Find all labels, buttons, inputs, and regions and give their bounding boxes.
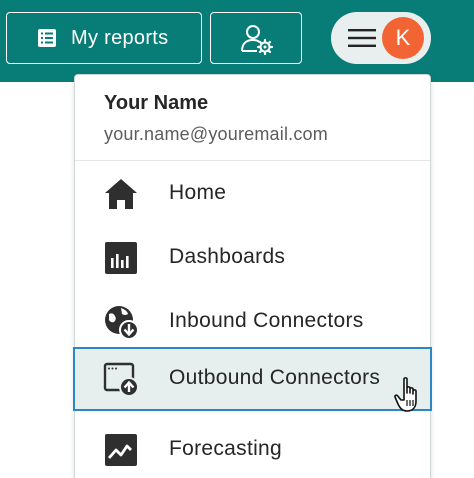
dashboard-icon bbox=[105, 242, 137, 274]
menu-item-dashboards[interactable]: Dashboards bbox=[75, 226, 430, 290]
hand-pointer-cursor-icon bbox=[394, 377, 417, 412]
top-bar: My reports K bbox=[0, 0, 474, 82]
menu-item-outbound-connectors[interactable]: Outbound Connectors bbox=[73, 347, 432, 411]
hamburger-icon bbox=[348, 29, 376, 47]
window-upload-icon bbox=[103, 362, 139, 397]
account-menu-button[interactable]: K bbox=[331, 12, 431, 64]
menu-item-label: Forecasting bbox=[169, 437, 283, 460]
menu-item-inbound-connectors[interactable]: Inbound Connectors bbox=[75, 290, 430, 354]
user-settings-button[interactable] bbox=[210, 12, 302, 64]
user-name: Your Name bbox=[104, 92, 209, 114]
menu-item-forecasting[interactable]: Forecasting bbox=[75, 418, 430, 478]
menu-item-label: Inbound Connectors bbox=[169, 309, 364, 332]
menu-item-label: Home bbox=[169, 181, 227, 204]
divider bbox=[75, 160, 430, 161]
avatar[interactable]: K bbox=[382, 17, 424, 59]
user-gear-icon bbox=[241, 25, 274, 55]
globe-download-icon bbox=[105, 306, 139, 340]
trend-chart-icon bbox=[105, 434, 137, 466]
menu-item-label: Dashboards bbox=[169, 245, 286, 268]
home-icon bbox=[105, 179, 137, 209]
menu-item-home[interactable]: Home bbox=[75, 162, 430, 226]
my-reports-label: My reports bbox=[71, 27, 169, 49]
account-dropdown: Your Name your.name@youremail.com Home D… bbox=[73, 74, 432, 478]
menu-item-label: Outbound Connectors bbox=[169, 366, 381, 389]
user-email: your.name@youremail.com bbox=[104, 124, 328, 144]
report-list-icon bbox=[38, 29, 56, 47]
my-reports-button[interactable]: My reports bbox=[6, 12, 202, 64]
